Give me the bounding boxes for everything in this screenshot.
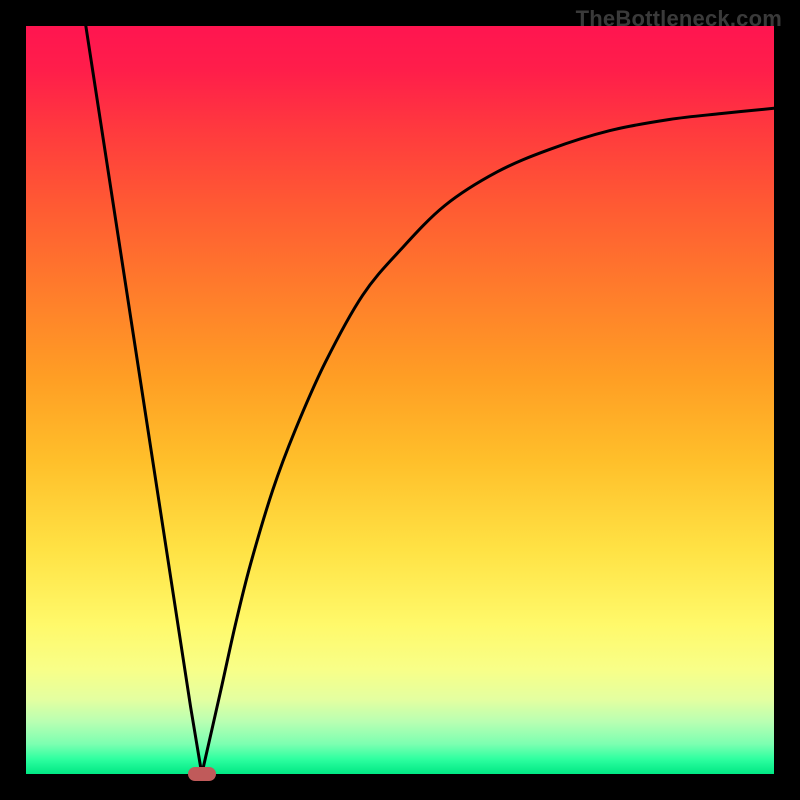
- plot-area: [26, 26, 774, 774]
- left-branch-path: [86, 26, 202, 774]
- curve-svg: [26, 26, 774, 774]
- chart-frame: TheBottleneck.com: [0, 0, 800, 800]
- minimum-marker: [188, 767, 216, 781]
- right-branch-path: [202, 108, 774, 774]
